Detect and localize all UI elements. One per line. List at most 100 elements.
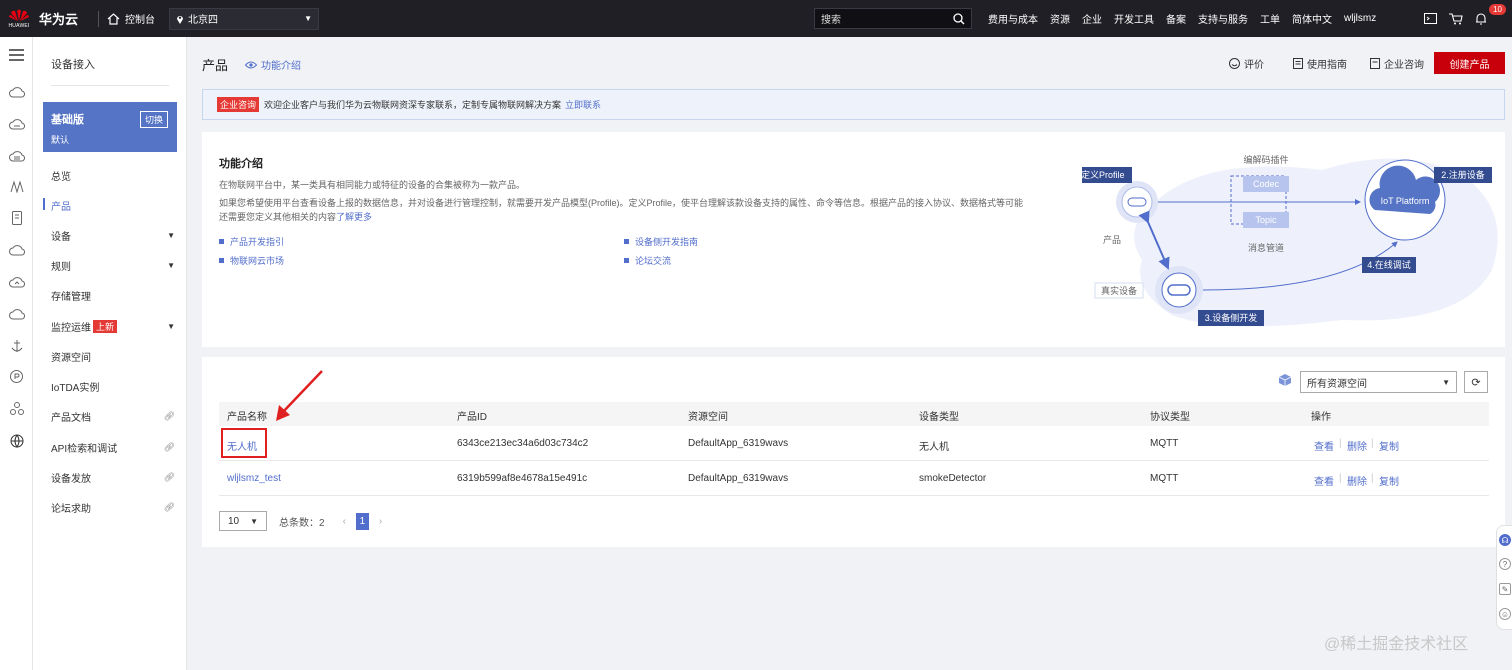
circle-p-icon[interactable] — [8, 368, 25, 385]
sidebar-item-overview[interactable]: 总览 — [51, 168, 175, 183]
column-header: 产品ID — [457, 412, 487, 423]
process-diagram: IoT Platform Codec Topic 编解码插件 消息管道 1.定义… — [1082, 154, 1498, 327]
huawei-logo[interactable]: HUAWEI — [4, 8, 34, 29]
sidebar-item-provisioning[interactable]: 设备发放 🔗︎ — [51, 470, 175, 485]
search-icon[interactable] — [953, 12, 965, 25]
codec-label: Codec — [1253, 179, 1280, 189]
dev-guide-link[interactable]: 产品开发指引 — [219, 235, 284, 248]
sidebar-item-label: 论坛求助 — [51, 504, 91, 515]
huawei-flower-icon — [8, 8, 30, 22]
nav-ticket[interactable]: 工单 — [1260, 11, 1280, 26]
cloud-upload-icon[interactable] — [8, 305, 25, 322]
menu-icon[interactable] — [8, 46, 25, 63]
external-link-icon: 🔗︎ — [163, 502, 175, 512]
guide-button[interactable]: 使用指南 — [1293, 56, 1347, 71]
copy-link[interactable]: 复制 — [1379, 473, 1399, 488]
delete-link[interactable]: 删除 — [1347, 438, 1367, 453]
consult-icon — [1370, 58, 1380, 69]
intro-paragraph-2: 如果您希望使用平台查看设备上报的数据信息，并对设备进行管理控制，就需要开发产品模… — [219, 196, 1029, 224]
resource-space-select[interactable]: 所有资源空间 ▼ — [1300, 371, 1457, 393]
analytics-icon[interactable] — [8, 178, 25, 195]
current-page[interactable]: 1 — [355, 512, 369, 530]
product-list-panel: 所有资源空间 ▼ ⟳ 产品名称 产品ID 资源空间 设备类型 协议类型 操作 无… — [202, 357, 1505, 547]
new-badge: 上新 — [93, 320, 118, 333]
nav-language[interactable]: 简体中文 — [1292, 11, 1332, 26]
edit-icon[interactable]: ✎ — [1499, 583, 1511, 595]
refresh-button[interactable]: ⟳ — [1464, 371, 1488, 393]
nav-cost[interactable]: 费用与成本 — [988, 11, 1038, 26]
view-link[interactable]: 查看 — [1314, 473, 1334, 488]
sidebar-item-storage[interactable]: 存储管理 — [51, 288, 175, 303]
cloud-icon[interactable] — [8, 83, 25, 100]
nav-icp[interactable]: 备案 — [1166, 11, 1186, 26]
switch-edition-button[interactable]: 切换 — [139, 111, 168, 128]
product-name-link[interactable]: wljlsmz_test — [227, 473, 281, 484]
sidebar-item-device[interactable]: 设备 ▼ — [51, 228, 175, 243]
view-link[interactable]: 查看 — [1314, 438, 1334, 453]
globe-icon[interactable] — [8, 432, 25, 449]
nodes-icon[interactable] — [8, 400, 25, 417]
sidebar-item-iotda-instance[interactable]: IoTDA实例 — [51, 379, 175, 394]
cloud-sync-icon[interactable] — [8, 273, 25, 290]
contact-now-link[interactable]: 立即联系 — [565, 98, 601, 111]
sidebar-item-api-explorer[interactable]: API检索和调试 🔗︎ — [51, 440, 175, 455]
feature-intro-link[interactable]: 功能介绍 — [245, 57, 301, 72]
nav-resource[interactable]: 资源 — [1050, 11, 1070, 26]
divider — [51, 85, 169, 86]
copy-link[interactable]: 复制 — [1379, 438, 1399, 453]
platform-label: IoT Platform — [1381, 196, 1430, 206]
region-select[interactable]: 北京四 ▼ — [169, 7, 320, 30]
cart-icon[interactable] — [1449, 12, 1463, 25]
sidebar-item-label: 设备 — [51, 232, 71, 243]
cloud-server-icon[interactable] — [8, 115, 25, 132]
create-product-button[interactable]: 创建产品 — [1434, 52, 1505, 74]
eye-icon — [245, 61, 257, 69]
nav-user[interactable]: wljlsmz — [1344, 13, 1376, 24]
divider: | — [1371, 473, 1374, 484]
help-icon[interactable]: ? — [1499, 558, 1511, 570]
device-dev-guide-link[interactable]: 设备侧开发指南 — [624, 235, 698, 248]
rate-button[interactable]: 评价 — [1229, 56, 1264, 71]
learn-more-link[interactable]: 了解更多 — [336, 212, 372, 222]
product-label: 产品 — [1103, 234, 1121, 245]
nav-devtools[interactable]: 开发工具 — [1114, 11, 1154, 26]
cloud-database-icon[interactable] — [8, 147, 25, 164]
device-icon[interactable] — [8, 209, 25, 226]
table-header: 产品名称 产品ID 资源空间 设备类型 协议类型 操作 — [219, 402, 1489, 426]
smile-icon[interactable]: ☺ — [1499, 608, 1511, 620]
prev-page-icon[interactable]: ‹ — [343, 516, 346, 527]
iot-marketplace-link[interactable]: 物联网云市场 — [219, 254, 284, 267]
sidebar-item-label: API检索和调试 — [51, 444, 118, 455]
sidebar-title: 设备接入 — [51, 59, 95, 71]
forum-link[interactable]: 论坛交流 — [624, 254, 671, 267]
message-icon[interactable] — [1424, 13, 1437, 24]
nav-support[interactable]: 支持与服务 — [1198, 11, 1248, 26]
cloud-outline-icon[interactable] — [8, 241, 25, 258]
enterprise-consult-button[interactable]: 企业咨询 — [1370, 56, 1424, 71]
sidebar-item-product[interactable]: 产品 — [51, 198, 175, 213]
enterprise-consult-label: 企业咨询 — [1384, 60, 1424, 71]
column-header: 操作 — [1311, 412, 1331, 423]
brand-name[interactable]: 华为云 — [39, 9, 78, 28]
next-page-icon[interactable]: › — [379, 516, 382, 527]
chevron-down-icon: ▼ — [250, 516, 258, 526]
sidebar-item-label: 规则 — [51, 262, 71, 273]
real-device-label: 真实设备 — [1101, 285, 1137, 296]
sidebar-item-resource-space[interactable]: 资源空间 — [51, 349, 175, 364]
chevron-down-icon: ▼ — [167, 261, 175, 270]
sidebar-item-forum[interactable]: 论坛求助 🔗︎ — [51, 500, 175, 515]
sidebar-item-monitoring[interactable]: 监控运维 上新 ▼ — [51, 319, 175, 334]
chevron-down-icon: ▼ — [1442, 377, 1450, 387]
sidebar-item-rules[interactable]: 规则 ▼ — [51, 258, 175, 273]
search-input[interactable]: 搜索 — [814, 8, 972, 29]
delete-link[interactable]: 删除 — [1347, 473, 1367, 488]
top-nav: 费用与成本 资源 企业 开发工具 备案 支持与服务 工单 简体中文 wljlsm… — [988, 0, 1388, 37]
anchor-icon[interactable] — [8, 337, 25, 354]
page-size-select[interactable]: 10 ▼ — [219, 511, 267, 531]
console-link[interactable]: 控制台 — [107, 11, 155, 26]
nav-enterprise[interactable]: 企业 — [1082, 11, 1102, 26]
bullet-icon — [624, 239, 629, 244]
bell-icon[interactable] — [1475, 12, 1487, 25]
sidebar-item-docs[interactable]: 产品文档 🔗︎ — [51, 409, 175, 424]
headset-icon[interactable]: ☊ — [1499, 534, 1511, 546]
